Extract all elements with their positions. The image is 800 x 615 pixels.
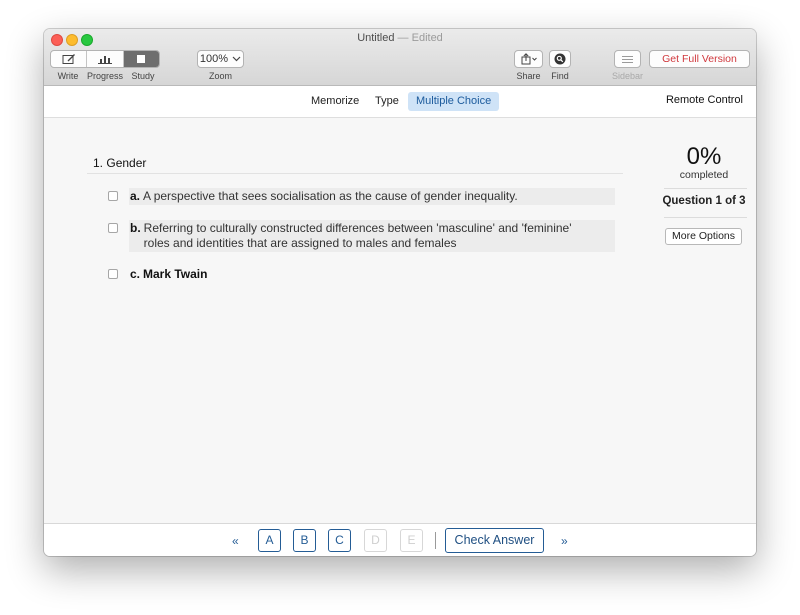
zoom-value: 100%	[199, 53, 229, 65]
tab-memorize[interactable]: Memorize	[303, 92, 367, 111]
sidebar-button[interactable]	[614, 50, 641, 68]
previous-question-button[interactable]: «	[232, 534, 239, 548]
find-label: Find	[551, 71, 569, 81]
answer-text-box-b: b. Referring to culturally constructed di…	[129, 220, 615, 252]
write-segment[interactable]	[51, 51, 88, 67]
chevron-down-icon	[232, 56, 241, 62]
answer-checkbox-a[interactable]	[108, 191, 118, 201]
titlebar: Untitled — Edited Write Progress Study 1…	[44, 29, 756, 86]
share-icon	[521, 53, 537, 65]
question-counter: Question 1 of 3	[662, 195, 746, 207]
answer-letter-b: b.	[130, 221, 141, 235]
next-question-button[interactable]: »	[561, 534, 568, 548]
progress-panel: 0% completed Question 1 of 3 More Option…	[656, 143, 752, 245]
document-name: Untitled	[357, 32, 395, 44]
more-options-button[interactable]: More Options	[665, 228, 742, 245]
progress-divider-bottom	[664, 217, 747, 218]
zoom-dropdown[interactable]: 100%	[197, 50, 244, 68]
answer-text-box-c: c. Mark Twain	[129, 266, 615, 283]
progress-label: Progress	[86, 71, 123, 81]
share-button[interactable]	[514, 50, 543, 68]
tab-type[interactable]: Type	[367, 92, 407, 111]
window-title: Untitled — Edited	[44, 32, 756, 44]
bar-chart-icon	[97, 56, 112, 64]
choice-button-b[interactable]: B	[293, 529, 316, 552]
remote-control-link[interactable]: Remote Control	[666, 94, 743, 106]
question-divider	[87, 173, 623, 174]
answer-checkbox-b[interactable]	[108, 223, 118, 233]
tab-multiple-choice[interactable]: Multiple Choice	[408, 92, 500, 111]
choice-button-a[interactable]: A	[258, 529, 281, 552]
title-separator: —	[397, 32, 409, 44]
bottom-bar-separator	[435, 532, 436, 549]
list-lines-icon	[622, 55, 633, 63]
search-icon	[554, 53, 566, 65]
write-label: Write	[57, 71, 79, 81]
app-window: Untitled — Edited Write Progress Study 1…	[44, 29, 756, 556]
answer-bottom-bar: « A B C D E Check Answer »	[44, 523, 756, 556]
pencil-square-icon	[62, 53, 75, 64]
answer-letter-c: c.	[130, 267, 141, 281]
answer-text-box-a: a. A perspective that sees socialisation …	[129, 188, 615, 205]
progress-divider-top	[664, 188, 747, 189]
study-label: Study	[131, 71, 155, 81]
study-segment[interactable]	[123, 51, 159, 67]
study-content: 1. Gender a. A perspective that sees soci…	[44, 118, 756, 523]
answer-text-b: Referring to culturally constructed diff…	[143, 221, 572, 250]
get-full-version-button[interactable]: Get Full Version	[649, 50, 750, 68]
zoom-label: Zoom	[208, 71, 232, 81]
question-number: 1.	[93, 156, 104, 170]
check-answer-button[interactable]: Check Answer	[445, 528, 544, 553]
stop-square-icon	[137, 55, 146, 63]
share-label: Share	[516, 71, 541, 81]
view-segmented-control[interactable]	[50, 50, 160, 68]
answer-letter-a: a.	[130, 189, 141, 203]
edited-status: Edited	[411, 32, 443, 44]
question-text: Gender	[106, 156, 147, 170]
answer-checkbox-c[interactable]	[108, 269, 118, 279]
sidebar-label: Sidebar	[611, 71, 644, 81]
question-title: 1. Gender	[93, 156, 146, 170]
completion-percent: 0%	[686, 143, 722, 170]
choice-button-d: D	[364, 529, 387, 552]
choice-button-c[interactable]: C	[328, 529, 351, 552]
progress-segment[interactable]	[87, 51, 124, 67]
answer-text-c: Mark Twain	[143, 267, 208, 281]
mode-tab-bar: Memorize Type Multiple Choice Remote Con…	[44, 86, 756, 118]
find-button[interactable]	[549, 50, 571, 68]
completion-label: completed	[679, 169, 729, 181]
choice-button-e: E	[400, 529, 423, 552]
answer-text-a: A perspective that sees socialisation as…	[143, 189, 518, 203]
